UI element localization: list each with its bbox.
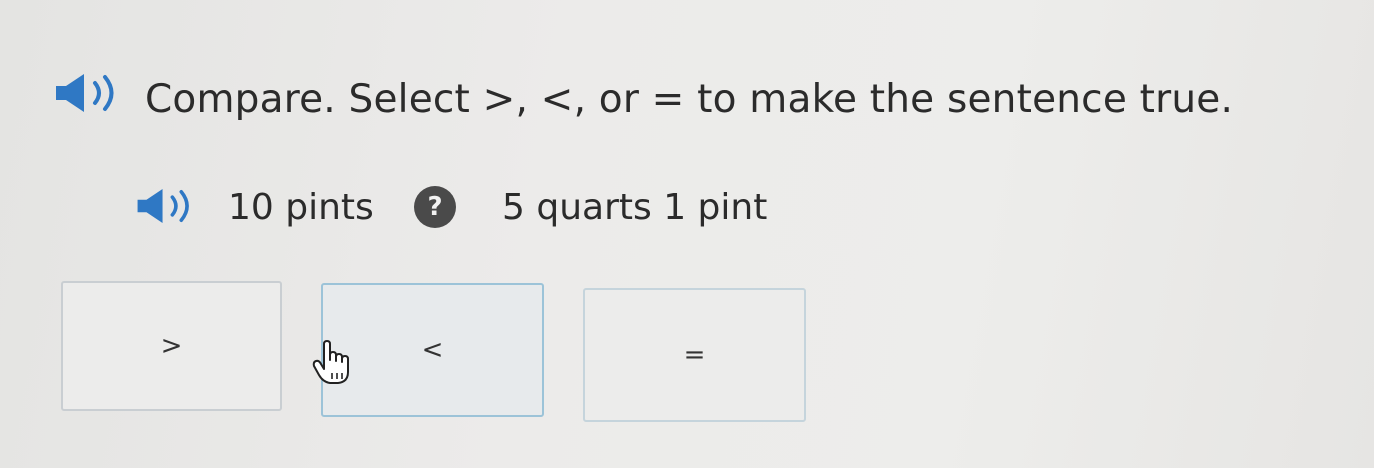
comparison-sentence: 10 pints ? 5 quarts 1 pint xyxy=(0,180,1374,236)
worksheet-page: { "question": { "text": "Compare. Select… xyxy=(0,0,1374,468)
question-speaker-icon[interactable] xyxy=(52,70,126,116)
less-than-button[interactable]: < xyxy=(321,283,544,417)
greater-than-button[interactable]: > xyxy=(61,281,282,411)
question-text: Compare. Select >, <, or = to make the s… xyxy=(145,77,1234,122)
greater-than-label: > xyxy=(160,331,183,361)
less-than-label: < xyxy=(421,335,444,365)
right-quantity: 5 quarts 1 pint xyxy=(502,187,768,228)
left-quantity: 10 pints xyxy=(228,187,374,228)
comparison-speaker-icon[interactable] xyxy=(134,184,200,228)
equal-button[interactable]: = xyxy=(583,288,806,422)
equal-label: = xyxy=(683,340,706,370)
answer-blank-icon: ? xyxy=(414,186,456,228)
hand-pointer-icon xyxy=(312,340,349,384)
